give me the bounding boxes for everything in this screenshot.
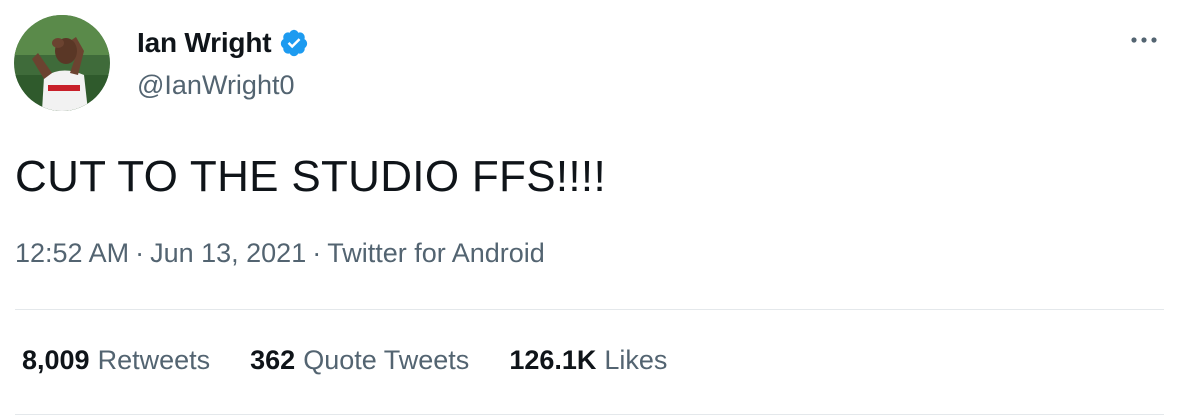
tweet-date[interactable]: Jun 13, 2021 [150, 238, 306, 268]
avatar-photo [14, 15, 110, 111]
tweet-card: Ian Wright @IanWright0 CUT TO THE STUDIO… [0, 0, 1200, 419]
verified-badge-icon [279, 28, 309, 58]
retweets-label: Retweets [97, 345, 211, 375]
divider [15, 414, 1164, 415]
tweet-text: CUT TO THE STUDIO FFS!!!! [15, 152, 606, 201]
author-handle[interactable]: @IanWright0 [137, 70, 294, 101]
more-horizontal-icon [1131, 37, 1157, 43]
author-name-row[interactable]: Ian Wright [137, 27, 309, 59]
likes-stat[interactable]: 126.1K Likes [509, 345, 667, 376]
quote-tweets-count: 362 [250, 345, 296, 375]
meta-separator: · [135, 238, 145, 268]
retweets-stat[interactable]: 8,009 Retweets [22, 345, 210, 376]
quote-tweets-stat[interactable]: 362 Quote Tweets [250, 345, 469, 376]
tweet-metadata: 12:52 AM · Jun 13, 2021 · Twitter for Androi… [15, 238, 545, 269]
likes-count: 126.1K [509, 345, 597, 375]
meta-separator: · [312, 238, 322, 268]
engagement-stats: 8,009 Retweets 362 Quote Tweets 126.1K L… [22, 345, 707, 376]
likes-label: Likes [604, 345, 668, 375]
author-display-name[interactable]: Ian Wright [137, 27, 272, 59]
divider [15, 309, 1164, 310]
tweet-source-link[interactable]: Twitter for Android [327, 238, 545, 268]
tweet-time[interactable]: 12:52 AM [15, 238, 129, 268]
avatar[interactable] [14, 15, 110, 111]
quote-tweets-label: Quote Tweets [303, 345, 470, 375]
retweets-count: 8,009 [22, 345, 90, 375]
more-options-button[interactable] [1126, 28, 1162, 52]
